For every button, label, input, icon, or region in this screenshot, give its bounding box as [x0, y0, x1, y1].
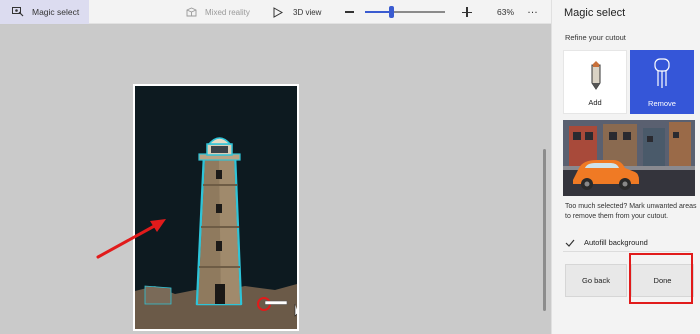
magic-select-tool[interactable]: Magic select: [0, 0, 89, 24]
toolbar: Magic select Mixed reality 3D view 63% …: [0, 0, 551, 24]
refine-label: Refine your cutout: [565, 33, 626, 42]
zoom-percentage[interactable]: 63%: [497, 0, 514, 24]
zoom-in-button[interactable]: [460, 5, 474, 19]
zoom-slider[interactable]: [365, 6, 445, 18]
car-illustration: [563, 120, 695, 196]
3d-view-button[interactable]: 3D view: [273, 0, 321, 24]
magic-select-label: Magic select: [32, 7, 80, 17]
autofill-label: Autofill background: [584, 238, 648, 247]
3d-view-label: 3D view: [293, 7, 322, 17]
add-label: Add: [588, 98, 602, 107]
zoom-out-button[interactable]: [342, 5, 356, 19]
zoom-slider-thumb[interactable]: [388, 6, 394, 18]
go-back-button[interactable]: Go back: [565, 264, 627, 297]
eraser-icon: [654, 58, 670, 88]
mixed-reality-label: Mixed reality: [205, 7, 250, 17]
lighthouse-photo: [135, 86, 297, 329]
hint-text: Too much selected? Mark unwanted areas t…: [565, 203, 697, 220]
panel-title: Magic select: [564, 7, 626, 19]
add-tool-button[interactable]: Add: [563, 50, 627, 114]
magic-select-icon: [12, 7, 24, 17]
remove-tool-button[interactable]: Remove: [630, 50, 694, 114]
autofill-checkbox[interactable]: Autofill background: [565, 238, 648, 247]
mixed-reality-button[interactable]: Mixed reality: [186, 0, 250, 24]
remove-label: Remove: [648, 99, 676, 108]
panel-divider: [563, 251, 691, 252]
annotation-highlight-box: [629, 253, 693, 304]
vertical-scrollbar[interactable]: [543, 149, 546, 311]
more-options-button[interactable]: …: [527, 0, 539, 24]
3d-view-icon: [273, 6, 283, 18]
photo-selection[interactable]: [133, 84, 299, 331]
zoom-slider-fill: [365, 11, 392, 13]
checkmark-icon: [565, 239, 575, 247]
pencil-icon: [591, 61, 601, 90]
mixed-reality-icon: [186, 7, 197, 17]
